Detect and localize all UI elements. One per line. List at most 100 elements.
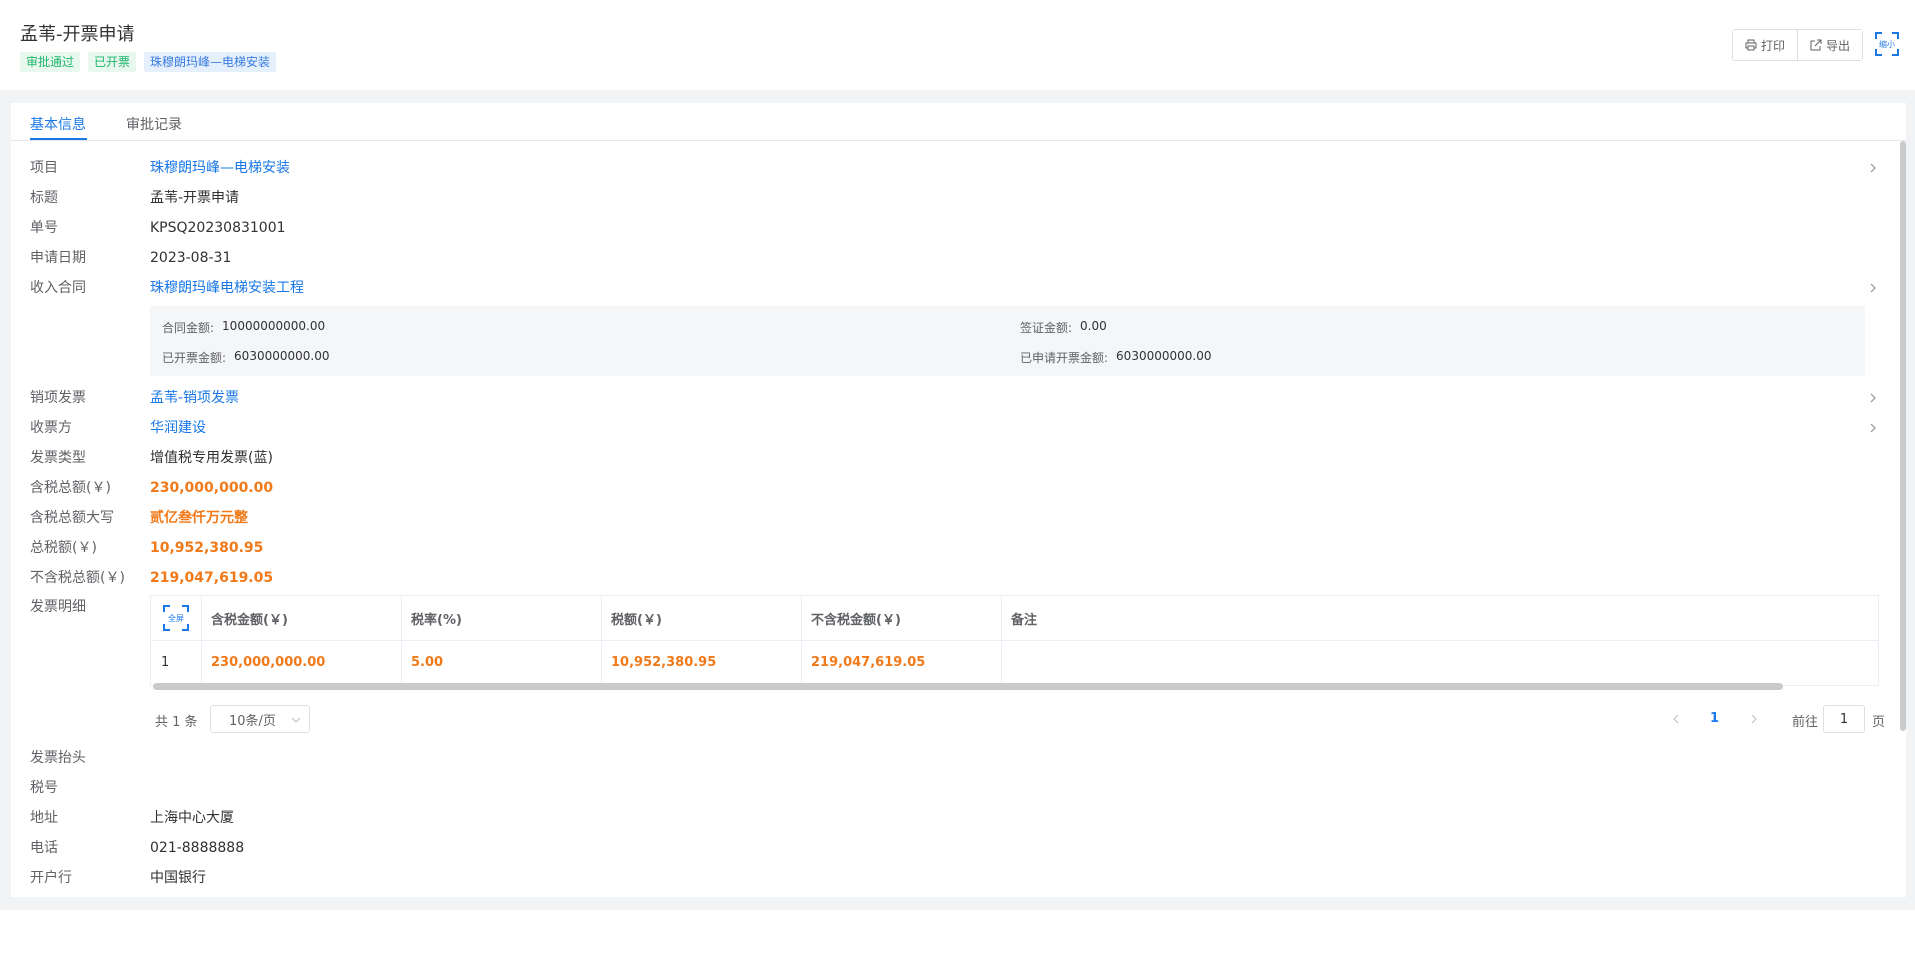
- payee-link[interactable]: 华润建设: [150, 418, 206, 438]
- amount-value: 贰亿叁仟万元整: [150, 510, 248, 526]
- field-sales-invoice: 销项发票 孟苇-销项发票: [30, 388, 239, 408]
- amount-value: 230,000,000.00: [150, 480, 274, 496]
- applied-amount-value: 6030000000.00: [1116, 349, 1212, 363]
- goto-label: 前往: [1792, 715, 1819, 730]
- field-value: 增值税专用发票(蓝): [150, 450, 273, 466]
- field-payee: 收票方 华润建设: [30, 418, 206, 438]
- invoice-detail-table: 全屏 含税金额(￥) 税率(%) 税额(￥) 不含税金额(￥) 备注 1 230…: [150, 595, 1879, 690]
- field-contract: 收入合同 珠穆朗玛峰电梯安装工程: [30, 278, 304, 298]
- field-label: 项目: [30, 160, 58, 176]
- field-label: 发票明细: [30, 599, 86, 615]
- cell-excl-tax: 219,047,619.05: [811, 654, 926, 670]
- contract-summary: 合同金额: 10000000000.00 签证金额: 0.00 已开票金额: 6…: [150, 306, 1865, 376]
- field-address: 地址 上海中心大厦: [30, 808, 234, 828]
- status-badge-invoiced: 已开票: [88, 52, 137, 72]
- header-actions: 打印 导出: [1731, 29, 1863, 61]
- cell-incl-tax: 230,000,000.00: [211, 654, 326, 670]
- field-invoice-detail: 发票明细: [30, 597, 150, 617]
- page-size-select[interactable]: 10条/页: [210, 705, 310, 733]
- field-value: 上海中心大厦: [150, 810, 234, 826]
- amount-value: 219,047,619.05: [150, 570, 274, 586]
- field-bank: 开户行 中国银行: [30, 868, 206, 888]
- contract-amount-label: 合同金额:: [162, 321, 215, 335]
- tab-bar: 基本信息 审批记录: [11, 103, 1906, 141]
- horizontal-scrollbar[interactable]: [153, 683, 1783, 690]
- field-number: 单号 KPSQ20230831001: [30, 218, 286, 238]
- cell-tax: 10,952,380.95: [611, 654, 717, 670]
- field-label: 收入合同: [30, 280, 86, 296]
- invoiced-amount: 已开票金额: 6030000000.00: [162, 349, 329, 366]
- visa-amount-value: 0.00: [1080, 319, 1107, 333]
- detail-card: 基本信息 审批记录 项目 珠穆朗玛峰—电梯安装 标题 孟苇-开票申请 单号 KP…: [11, 103, 1906, 897]
- chevron-right-icon[interactable]: [1868, 283, 1878, 293]
- chevron-right-icon[interactable]: [1868, 163, 1878, 173]
- field-label: 发票抬头: [30, 750, 86, 766]
- amount-value: 10,952,380.95: [150, 540, 264, 556]
- field-label: 含税总额大写: [30, 510, 114, 526]
- chevron-right-icon[interactable]: [1868, 423, 1878, 433]
- visa-amount: 签证金额: 0.00: [1020, 319, 1107, 336]
- print-button[interactable]: 打印: [1732, 30, 1797, 60]
- prev-page-icon[interactable]: [1672, 714, 1680, 724]
- table-divider: [1001, 596, 1002, 684]
- print-label: 打印: [1760, 38, 1785, 53]
- goto-page-input[interactable]: 1: [1823, 705, 1865, 733]
- field-apply-date: 申请日期 2023-08-31: [30, 248, 231, 268]
- field-label: 销项发票: [30, 390, 86, 406]
- tab-basic-info[interactable]: 基本信息: [30, 114, 86, 134]
- field-project: 项目 珠穆朗玛峰—电梯安装: [30, 158, 290, 178]
- table-divider: [801, 596, 802, 684]
- invoiced-amount-value: 6030000000.00: [234, 349, 330, 363]
- invoiced-amount-label: 已开票金额:: [162, 351, 227, 365]
- field-invoice-type: 发票类型 增值税专用发票(蓝): [30, 448, 273, 468]
- fullscreen-icon[interactable]: 全屏: [163, 605, 189, 631]
- field-value: 021-8888888: [150, 840, 245, 856]
- page-size-value: 10条/页: [229, 713, 276, 729]
- tab-approval-records[interactable]: 审批记录: [126, 114, 182, 134]
- field-label: 收票方: [30, 420, 72, 436]
- field-title: 标题 孟苇-开票申请: [30, 188, 239, 208]
- shrink-button[interactable]: 缩小: [1875, 32, 1899, 56]
- field-total-tax: 总税额(￥) 10,952,380.95: [30, 538, 263, 558]
- table-divider: [401, 596, 402, 684]
- next-page-icon[interactable]: [1750, 714, 1758, 724]
- svg-text:缩小: 缩小: [1879, 39, 1895, 49]
- field-label: 开户行: [30, 870, 72, 886]
- field-label: 单号: [30, 220, 58, 236]
- export-button[interactable]: 导出: [1796, 30, 1862, 60]
- field-label: 不含税总额(￥): [30, 570, 125, 586]
- field-label: 地址: [30, 810, 58, 826]
- applied-amount: 已申请开票金额: 6030000000.00: [1020, 349, 1211, 366]
- field-invoice-header: 发票抬头: [30, 748, 150, 768]
- field-value: 孟苇-开票申请: [150, 190, 240, 206]
- project-badge: 珠穆朗玛峰—电梯安装: [144, 52, 277, 72]
- page-number-current[interactable]: 1: [1710, 711, 1719, 726]
- project-link[interactable]: 珠穆朗玛峰—电梯安装: [150, 158, 290, 178]
- field-total-incl-tax: 含税总额(￥) 230,000,000.00: [30, 478, 273, 498]
- sales-invoice-link[interactable]: 孟苇-销项发票: [150, 388, 239, 408]
- chevron-right-icon[interactable]: [1868, 393, 1878, 403]
- column-header: 备注: [1011, 612, 1038, 628]
- svg-text:全屏: 全屏: [168, 613, 184, 623]
- field-label: 申请日期: [30, 250, 86, 266]
- field-label: 发票类型: [30, 450, 86, 466]
- page-header: 孟苇-开票申请 审批通过 已开票 珠穆朗玛峰—电梯安装 打印 导出 缩小: [0, 0, 1915, 90]
- total-count: 共 1 条: [155, 715, 198, 730]
- active-tab-indicator: [30, 138, 87, 140]
- vertical-scrollbar[interactable]: [1900, 141, 1906, 731]
- status-badge-approved: 审批通过: [20, 52, 81, 72]
- page-suffix: 页: [1872, 715, 1886, 730]
- page: 孟苇-开票申请 审批通过 已开票 珠穆朗玛峰—电梯安装 打印 导出 缩小 基本信…: [0, 0, 1915, 963]
- shrink-icon: 缩小: [1875, 32, 1899, 56]
- page-title: 孟苇-开票申请: [20, 24, 135, 45]
- column-header: 税率(%): [411, 612, 462, 628]
- contract-amount: 合同金额: 10000000000.00: [162, 319, 325, 336]
- contract-link[interactable]: 珠穆朗玛峰电梯安装工程: [150, 278, 304, 298]
- cell-rate: 5.00: [411, 654, 444, 670]
- field-label: 总税额(￥): [30, 540, 97, 556]
- pagination: 共 1 条 10条/页 1 前往 1 页: [150, 705, 1885, 733]
- field-value: KPSQ20230831001: [150, 220, 286, 236]
- field-value: 2023-08-31: [150, 250, 232, 266]
- field-label: 含税总额(￥): [30, 480, 111, 496]
- field-phone: 电话 021-8888888: [30, 838, 244, 858]
